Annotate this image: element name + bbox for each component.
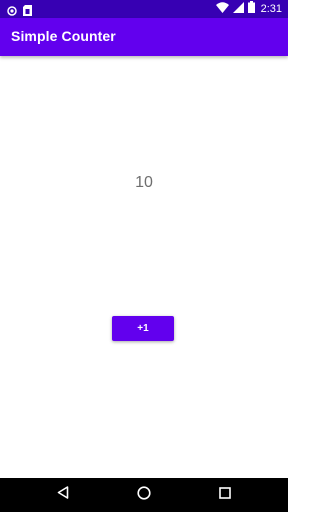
counter-value: 10 xyxy=(135,174,153,191)
increment-button[interactable]: +1 xyxy=(112,316,174,341)
status-time: 2:31 xyxy=(260,3,282,15)
app-screen: 2:31 Simple Counter 10 +1 xyxy=(0,0,288,512)
status-bar: 2:31 xyxy=(0,0,288,18)
app-title: Simple Counter xyxy=(11,28,116,44)
recents-button[interactable] xyxy=(216,486,234,504)
battery-icon xyxy=(247,0,255,18)
status-right-icons: 2:31 xyxy=(215,0,282,18)
cell-signal-icon xyxy=(232,0,244,18)
recents-icon xyxy=(219,486,231,504)
home-icon xyxy=(137,485,151,505)
back-button[interactable] xyxy=(54,486,72,504)
wifi-icon xyxy=(215,0,229,18)
back-icon xyxy=(57,486,69,504)
navigation-bar xyxy=(0,478,288,512)
home-button[interactable] xyxy=(135,485,153,505)
app-bar: Simple Counter xyxy=(0,18,288,56)
